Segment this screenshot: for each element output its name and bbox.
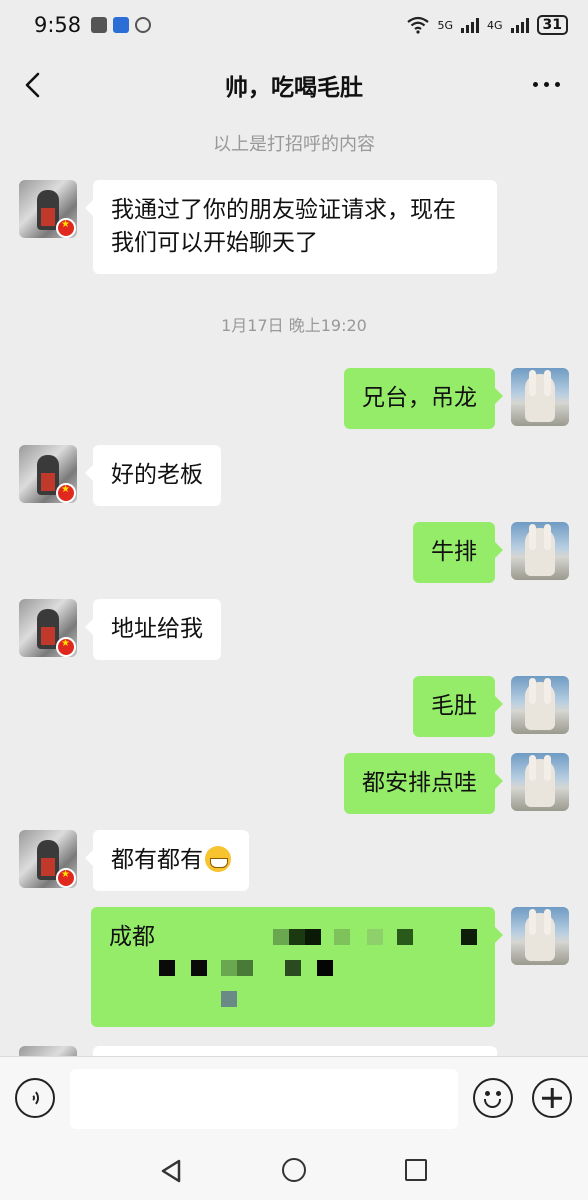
message-text: 成都 [109,924,155,950]
redaction-block [367,929,383,945]
status-bar: 9:58 5G 4G 31 [0,0,588,50]
system-notice: 以上是打招呼的内容 [213,134,375,155]
message-timestamp: 1月17日 晚上19:20 [221,316,367,335]
redaction-block [397,929,413,945]
message-bubble[interactable] [93,1046,497,1056]
message-bubble[interactable]: 都安排点哇 [344,753,503,814]
redaction-block [305,929,321,945]
back-icon[interactable] [22,72,44,98]
app-notification-icon [91,17,108,33]
friend-avatar[interactable] [19,1046,77,1056]
message-bubble[interactable]: 好的老板 [85,445,221,506]
message-bubble[interactable]: 地址给我 [85,599,221,660]
battery-icon: 31 [536,15,568,35]
message-bubble[interactable]: 我通过了你的朋友验证请求，现在 我们可以开始聊天了 [85,180,497,274]
redaction-block [461,929,477,945]
signal-icon [510,17,529,33]
speed-gauge-icon [135,17,152,33]
emoji-icon[interactable] [473,1078,513,1118]
message-bubble[interactable]: 兄台，吊龙 [344,368,503,429]
system-nav-bar [0,1140,588,1200]
network-type-label: 5G [437,18,453,32]
flag-badge-icon [56,218,76,238]
nav-back-icon[interactable] [160,1159,182,1183]
notification-icons [91,17,152,33]
self-avatar[interactable] [511,522,569,580]
redaction-block [285,960,301,976]
flag-badge-icon [56,483,76,503]
flag-badge-icon [56,637,76,657]
message-input[interactable] [70,1069,458,1129]
app-notification-icon [113,17,130,33]
redaction-block [221,991,237,1007]
redaction-block [317,960,333,976]
more-actions-icon[interactable] [532,1078,572,1118]
redaction-block [221,960,237,976]
status-indicators: 5G 4G 31 [407,15,568,35]
wifi-icon [407,16,430,34]
redaction-block [237,960,253,976]
message-bubble[interactable]: 都有都有 [85,830,249,891]
nav-home-icon[interactable] [282,1158,306,1182]
redaction-block [159,960,175,976]
signal-icon [460,17,479,33]
message-text: 都有都有 [111,847,203,873]
self-avatar[interactable] [511,753,569,811]
self-avatar[interactable] [511,368,569,426]
self-avatar[interactable] [511,676,569,734]
network-type-label: 4G [486,18,503,32]
self-avatar[interactable] [511,907,569,965]
redacted-message-bubble[interactable]: 成都 [91,907,503,1027]
page-title: 帅，吃喝毛肚 [225,75,363,101]
message-bubble[interactable]: 毛肚 [413,676,503,737]
message-list[interactable]: 以上是打招呼的内容 我通过了你的朋友验证请求，现在 我们可以开始聊天了 1月17… [0,120,588,1056]
redaction-block [273,929,289,945]
redaction-block [191,960,207,976]
input-bar [0,1056,588,1140]
redaction-block [289,929,305,945]
nav-recents-icon[interactable] [405,1159,427,1181]
status-time: 9:58 [34,13,82,37]
redaction-block [334,929,350,945]
chat-header: 帅，吃喝毛肚 [0,50,588,120]
more-options-icon[interactable] [533,82,560,87]
grinning-face-icon [205,846,231,872]
voice-input-icon[interactable] [15,1078,55,1118]
flag-badge-icon [56,868,76,888]
message-bubble[interactable]: 牛排 [413,522,503,583]
